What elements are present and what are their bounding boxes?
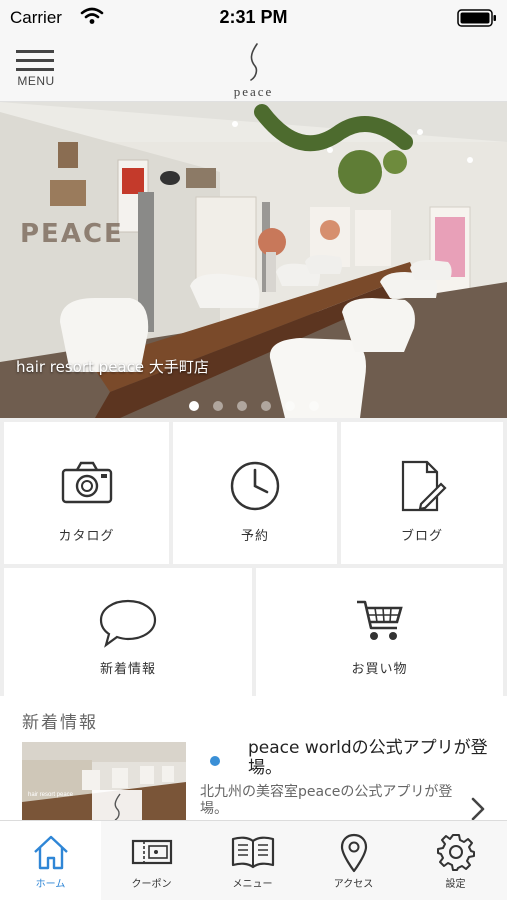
home-icon bbox=[33, 835, 68, 870]
tab-menu-label: メニュー bbox=[232, 879, 273, 890]
brand-logo: peace bbox=[0, 42, 507, 100]
blog-label: ブログ bbox=[400, 529, 443, 544]
tab-coupon-label: クーポン bbox=[131, 879, 172, 890]
carousel-pagination[interactable] bbox=[0, 396, 507, 415]
news-section: 新着情報 peace hair resort peace peace world… bbox=[0, 696, 507, 820]
camera-icon bbox=[61, 461, 112, 504]
news-thumbnail[interactable]: peace hair resort peace bbox=[22, 742, 186, 820]
clock-icon bbox=[230, 461, 280, 511]
news-tile[interactable]: 新着情報 bbox=[4, 568, 252, 696]
tab-bar: ホーム クーポン メニュー アクセス 設定 bbox=[0, 820, 507, 900]
shopping-label: お買い物 bbox=[351, 662, 408, 677]
tab-access-label: アクセス bbox=[333, 879, 374, 890]
tab-menu[interactable]: メニュー bbox=[202, 821, 303, 900]
map-pin-icon bbox=[340, 833, 367, 873]
status-bar: Carrier 2:31 PM bbox=[0, 0, 507, 36]
chevron-right-icon[interactable] bbox=[470, 796, 486, 820]
gear-icon bbox=[436, 834, 475, 871]
shopping-tile[interactable]: お買い物 bbox=[256, 568, 503, 696]
document-edit-icon bbox=[401, 460, 447, 512]
catalog-tile[interactable]: カタログ bbox=[4, 422, 169, 564]
carousel-dot[interactable] bbox=[260, 401, 271, 411]
speech-bubble-icon bbox=[99, 599, 157, 648]
carousel-dot[interactable] bbox=[308, 401, 319, 411]
logo-mark-icon bbox=[249, 43, 258, 81]
app-header: MENU peace bbox=[0, 36, 507, 102]
tab-settings[interactable]: 設定 bbox=[404, 821, 507, 900]
news-heading: 新着情報 bbox=[22, 713, 98, 733]
battery-icon bbox=[457, 9, 497, 31]
tab-coupon[interactable]: クーポン bbox=[101, 821, 202, 900]
carousel-dot[interactable] bbox=[236, 401, 247, 411]
hero-caption: hair resort peace 大手町店 bbox=[16, 358, 209, 376]
carousel-dot[interactable] bbox=[212, 401, 223, 411]
tab-access[interactable]: アクセス bbox=[303, 821, 404, 900]
catalog-label: カタログ bbox=[58, 529, 115, 544]
carousel-dot[interactable] bbox=[284, 401, 295, 411]
news-thumbnail-image: peace hair resort peace bbox=[22, 742, 186, 820]
news-item-title[interactable]: peace worldの公式アプリが登場。 bbox=[248, 738, 493, 778]
salon-sign-text: PEACE bbox=[20, 219, 124, 249]
status-time: 2:31 PM bbox=[219, 7, 288, 27]
logo-text: peace bbox=[233, 84, 274, 99]
reservation-tile[interactable]: 予約 bbox=[173, 422, 337, 564]
hero-carousel[interactable]: PEACE hair resort peace 大手町店 bbox=[0, 102, 507, 418]
carousel-dot[interactable] bbox=[188, 401, 199, 411]
thumbnail-caption-text: hair resort peace bbox=[28, 792, 74, 798]
shopping-cart-icon bbox=[356, 600, 403, 640]
news-item-body[interactable]: 北九州の美容室peaceの公式アプリが登場。 bbox=[200, 784, 465, 818]
book-icon bbox=[231, 836, 274, 869]
feature-grid: カタログ 予約 ブログ 新着情報 お買い物 bbox=[0, 418, 507, 696]
reservation-label: 予約 bbox=[240, 529, 269, 544]
tab-home[interactable]: ホーム bbox=[0, 821, 101, 900]
tab-home-label: ホーム bbox=[35, 879, 66, 890]
unread-indicator bbox=[210, 756, 220, 766]
tab-settings-label: 設定 bbox=[445, 879, 466, 890]
blog-tile[interactable]: ブログ bbox=[341, 422, 503, 564]
news-label: 新着情報 bbox=[99, 662, 156, 677]
ticket-icon bbox=[131, 839, 172, 865]
